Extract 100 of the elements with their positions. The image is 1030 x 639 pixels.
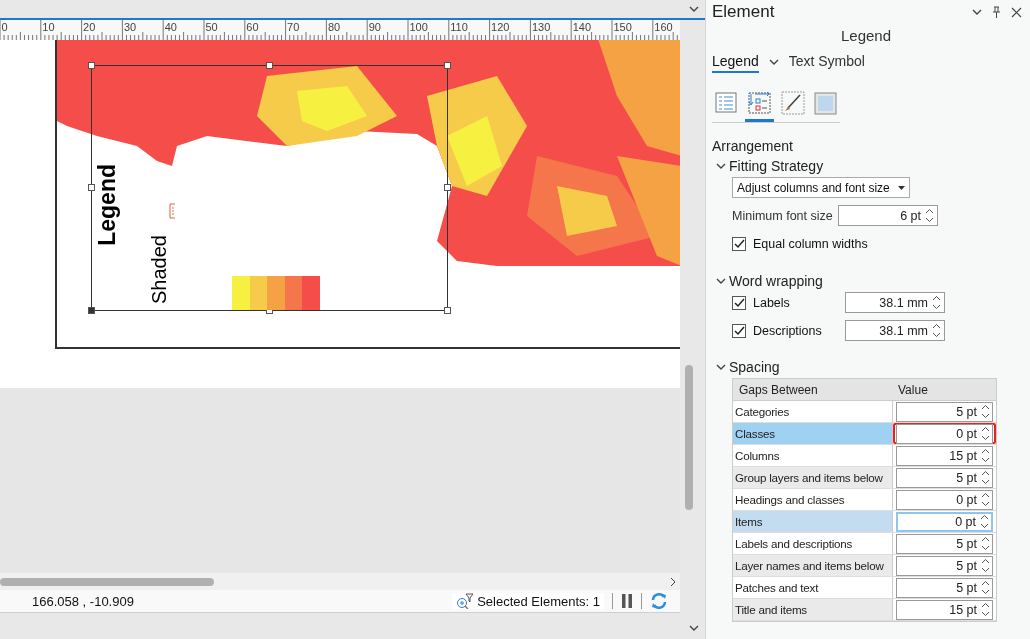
scrollbar-thumb[interactable]: [0, 577, 214, 586]
wrap-width-field[interactable]: 38.1 mm: [845, 320, 945, 341]
spinner-icon[interactable]: [981, 492, 990, 507]
wrap-width-field[interactable]: 38.1 mm: [845, 292, 945, 313]
panel-title: Element: [712, 2, 776, 22]
gap-value-field[interactable]: 15 pt: [896, 599, 993, 620]
gap-label[interactable]: Labels and descriptions: [733, 533, 893, 554]
ruler-label: 130: [531, 21, 551, 33]
gap-value-field[interactable]: 5 pt: [896, 401, 993, 422]
refresh-icon[interactable]: [650, 592, 668, 610]
ruler-label: 160: [654, 21, 673, 33]
gap-value-field[interactable]: 5 pt: [896, 533, 993, 554]
spinner-icon[interactable]: [981, 404, 990, 419]
spinner-icon[interactable]: [981, 536, 990, 551]
gap-label[interactable]: Classes: [733, 423, 893, 444]
section-title: Arrangement: [712, 138, 794, 154]
spinner-icon[interactable]: [981, 558, 990, 573]
spinner-icon[interactable]: [981, 448, 990, 463]
tab[interactable]: Legend: [712, 51, 759, 73]
close-icon[interactable]: [1011, 6, 1022, 18]
pin-icon[interactable]: [992, 6, 1001, 18]
ruler-label: 20: [83, 21, 96, 33]
gap-value-field[interactable]: 0 pt: [896, 423, 993, 444]
frame-icon: [813, 90, 838, 115]
checkmark-icon: [733, 239, 745, 249]
equal-widths-checkbox[interactable]: Equal column widths: [732, 237, 1030, 251]
pause-icon[interactable]: [621, 593, 633, 609]
wrap-checkbox[interactable]: Descriptions: [732, 323, 822, 338]
selection-count: Selected Elements: 1: [477, 593, 600, 609]
word-wrapping-header[interactable]: Word wrapping: [716, 273, 1030, 289]
resize-handle[interactable]: [266, 62, 273, 69]
gap-value-field[interactable]: 0 pt: [896, 511, 993, 532]
ruler-label: 0: [1, 21, 8, 33]
ruler-label: 80: [327, 21, 341, 33]
field-label: Minimum font size: [732, 208, 834, 223]
ruler-label: 30: [123, 21, 137, 33]
ruler-label: 110: [450, 21, 468, 33]
spinner-icon[interactable]: [981, 470, 990, 485]
gap-label[interactable]: Categories: [733, 401, 893, 422]
spinner-icon[interactable]: [925, 208, 934, 223]
spinner-icon[interactable]: [981, 580, 990, 595]
gap-value-field[interactable]: 0 pt: [896, 489, 993, 510]
column-header: Gaps Between: [738, 382, 819, 397]
resize-handle[interactable]: [88, 62, 95, 69]
resize-handle[interactable]: [88, 307, 95, 314]
chevron-icon[interactable]: [689, 624, 699, 632]
spinner-icon[interactable]: [932, 323, 941, 338]
min-font-field[interactable]: 6 pt: [838, 205, 938, 226]
brush-icon: [780, 90, 805, 115]
gap-value-field[interactable]: 5 pt: [896, 467, 993, 488]
list-icon: [714, 91, 739, 114]
checkmark-icon: [733, 325, 745, 336]
arrange-icon: [747, 90, 772, 115]
scrollbar-thumb[interactable]: [684, 365, 693, 510]
element-name: Legend: [839, 26, 893, 46]
fitting-strategy-header[interactable]: Fitting Strategy: [716, 158, 1030, 174]
gap-label[interactable]: Patches and text: [733, 577, 893, 598]
scroll-right-icon[interactable]: [670, 576, 676, 587]
ruler-label: 140: [572, 21, 592, 33]
ruler-label: 60: [246, 21, 259, 33]
dropdown-icon: [898, 185, 905, 190]
gap-label[interactable]: Layer names and items below: [733, 555, 893, 576]
legend-label: Shaded: [149, 235, 169, 304]
ruler-label: 90: [368, 21, 381, 33]
strategy-dropdown[interactable]: Adjust columns and font size: [732, 177, 910, 198]
gap-label[interactable]: Items: [733, 511, 893, 532]
expand-icon: [716, 162, 726, 170]
ruler-label: 10: [42, 21, 55, 33]
selection-frame[interactable]: [91, 65, 448, 311]
ruler-label: 40: [164, 21, 177, 33]
ruler-label: 50: [205, 21, 218, 33]
spinner-icon[interactable]: [980, 514, 989, 529]
gap-value-field[interactable]: 5 pt: [896, 555, 993, 576]
dropdown-icon[interactable]: [768, 58, 779, 66]
column-header: Value: [897, 382, 929, 397]
tab[interactable]: Text Symbol: [788, 51, 865, 73]
resize-handle[interactable]: [444, 184, 451, 191]
resize-handle[interactable]: [88, 184, 95, 191]
legend-title: Legend: [96, 164, 119, 246]
ruler-label: 120: [491, 21, 510, 33]
gap-value-field[interactable]: 15 pt: [896, 445, 993, 466]
gap-label[interactable]: Title and items: [733, 599, 893, 620]
spacing-header[interactable]: Spacing: [716, 359, 1030, 375]
gap-label[interactable]: Headings and classes: [733, 489, 893, 510]
ruler-label: 150: [613, 21, 632, 33]
spinner-icon[interactable]: [981, 426, 990, 441]
resize-handle[interactable]: [444, 307, 451, 314]
spinner-icon[interactable]: [932, 295, 941, 310]
gap-value-field[interactable]: 5 pt: [896, 577, 993, 598]
zoom-to-selection-icon[interactable]: [456, 593, 475, 609]
ruler-label: 100: [409, 21, 428, 33]
spinner-icon[interactable]: [981, 602, 990, 617]
chevron-icon[interactable]: [689, 5, 699, 13]
wrap-checkbox[interactable]: Labels: [732, 295, 790, 310]
expand-icon: [716, 363, 726, 371]
gap-label[interactable]: Group layers and items below: [733, 467, 893, 488]
checkmark-icon: [733, 297, 745, 308]
chevron-icon[interactable]: [972, 8, 982, 16]
resize-handle[interactable]: [444, 62, 451, 69]
gap-label[interactable]: Columns: [733, 445, 893, 466]
